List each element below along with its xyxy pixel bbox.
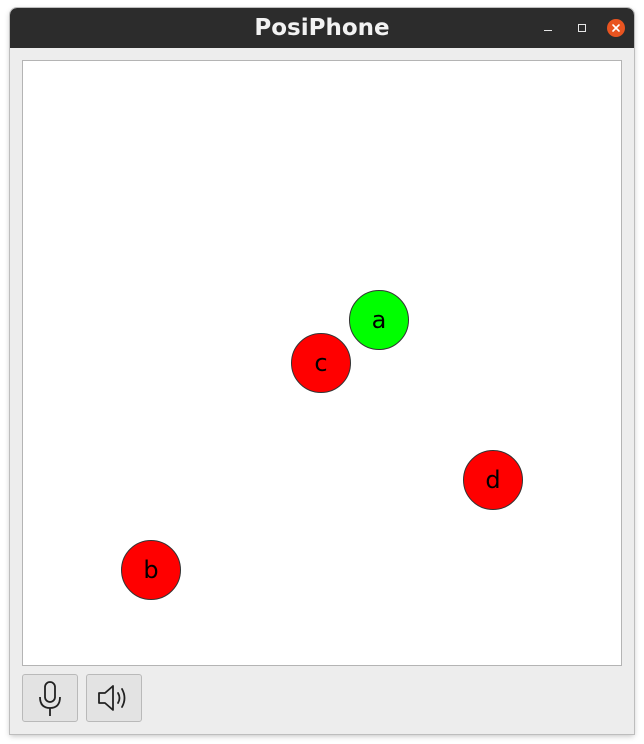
minimize-icon xyxy=(544,30,552,31)
participant-node-b[interactable]: b xyxy=(121,540,181,600)
position-canvas[interactable]: a c d b xyxy=(22,60,622,666)
maximize-button[interactable] xyxy=(572,18,592,38)
participant-label: c xyxy=(314,349,328,377)
maximize-icon xyxy=(578,24,586,32)
title-bar[interactable]: PosiPhone xyxy=(10,8,634,48)
microphone-icon xyxy=(39,681,61,716)
participant-node-a[interactable]: a xyxy=(349,290,409,350)
participant-label: a xyxy=(371,306,387,334)
minimize-button[interactable] xyxy=(538,18,558,38)
close-button[interactable] xyxy=(606,18,626,38)
participant-label: d xyxy=(485,466,501,494)
microphone-button[interactable] xyxy=(22,674,78,722)
participant-node-c[interactable]: c xyxy=(291,333,351,393)
speaker-button[interactable] xyxy=(86,674,142,722)
app-window: PosiPhone a c d b xyxy=(10,8,634,734)
close-icon xyxy=(607,19,625,37)
participant-node-d[interactable]: d xyxy=(463,450,523,510)
participant-label: b xyxy=(143,556,159,584)
speaker-icon xyxy=(98,685,126,711)
